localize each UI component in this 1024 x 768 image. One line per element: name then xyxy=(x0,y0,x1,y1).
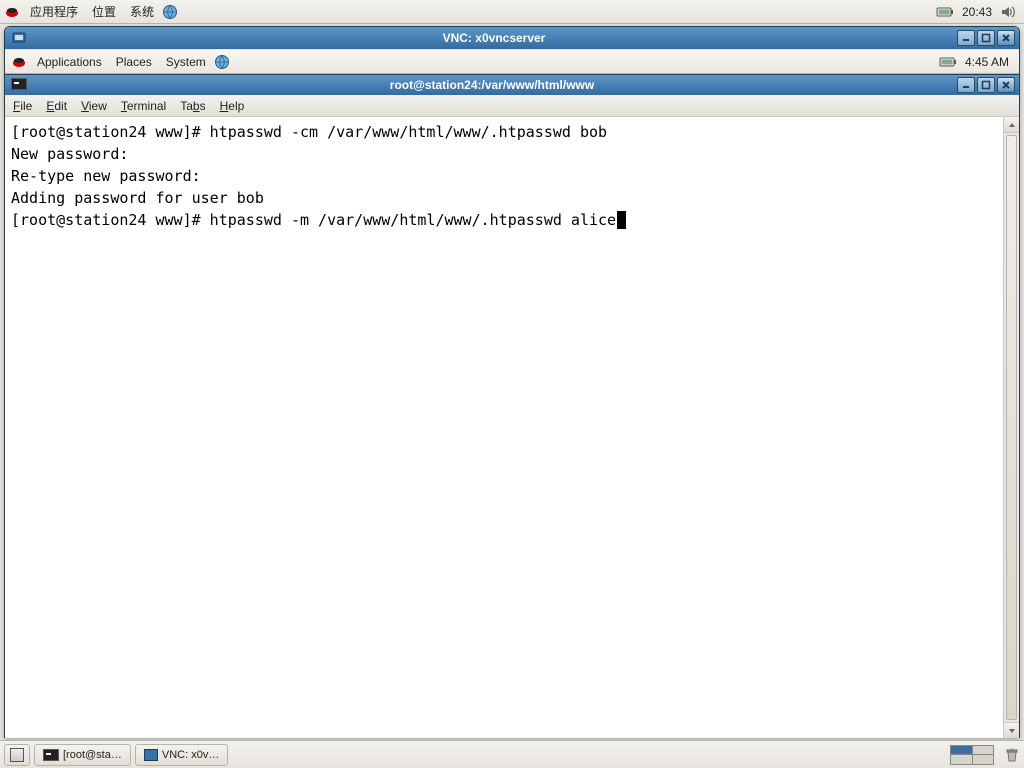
taskbar-entry-terminal-label: [root@sta… xyxy=(63,749,122,761)
show-desktop-icon xyxy=(10,748,24,762)
menu-tabs[interactable]: Tabs xyxy=(180,99,205,113)
menu-view[interactable]: View xyxy=(81,99,107,113)
vnc-title-text: VNC: x0vncserver xyxy=(31,31,957,45)
battery-icon[interactable] xyxy=(936,6,954,18)
vnc-titlebar[interactable]: VNC: x0vncserver xyxy=(5,27,1019,49)
vnc-close-button[interactable] xyxy=(997,30,1015,46)
terminal-output[interactable]: [root@station24 www]# htpasswd -cm /var/… xyxy=(5,117,1003,738)
vnc-maximize-button[interactable] xyxy=(977,30,995,46)
menu-terminal[interactable]: Terminal xyxy=(121,99,166,113)
terminal-minimize-button[interactable] xyxy=(957,77,975,93)
menu-terminal-label: erminal xyxy=(127,99,166,113)
terminal-window: root@station24:/var/www/html/www File Ed… xyxy=(5,74,1019,738)
workspace-3[interactable] xyxy=(951,755,972,764)
vnc-app-icon xyxy=(11,30,27,46)
workspace-1[interactable] xyxy=(951,746,972,755)
guest-menu-applications[interactable]: Applications xyxy=(31,53,108,71)
guest-menu-system[interactable]: System xyxy=(160,53,212,71)
workspace-4[interactable] xyxy=(973,755,994,764)
taskbar-entry-terminal[interactable]: [root@sta… xyxy=(34,744,131,766)
show-desktop-button[interactable] xyxy=(4,744,30,766)
terminal-maximize-button[interactable] xyxy=(977,77,995,93)
guest-redhat-icon[interactable] xyxy=(11,54,27,70)
taskbar-terminal-icon xyxy=(43,749,59,761)
guest-browser-launcher-icon[interactable] xyxy=(214,54,230,70)
guest-top-panel: Applications Places System 4:45 AM xyxy=(5,50,1019,74)
vnc-window: VNC: x0vncserver Applications Places Sys… xyxy=(4,26,1020,738)
workspace-switcher[interactable] xyxy=(950,745,994,765)
terminal-title-text: root@station24:/var/www/html/www xyxy=(27,78,957,92)
guest-clock[interactable]: 4:45 AM xyxy=(963,55,1011,69)
menu-file-label: ile xyxy=(20,99,32,113)
menu-help-label: elp xyxy=(228,99,244,113)
menu-view-label: iew xyxy=(89,99,107,113)
host-menu-places[interactable]: 位置 xyxy=(86,1,122,22)
host-bottom-panel: [root@sta… VNC: x0v… xyxy=(0,740,1024,768)
scroll-up-button[interactable] xyxy=(1004,117,1019,133)
taskbar-entry-vnc-label: VNC: x0v… xyxy=(162,749,219,761)
scroll-thumb[interactable] xyxy=(1006,135,1017,720)
browser-launcher-icon[interactable] xyxy=(162,4,178,20)
taskbar-vnc-icon xyxy=(144,749,158,761)
terminal-scrollbar[interactable] xyxy=(1003,117,1019,738)
vnc-minimize-button[interactable] xyxy=(957,30,975,46)
terminal-app-icon xyxy=(11,78,27,93)
taskbar-entry-vnc[interactable]: VNC: x0v… xyxy=(135,744,228,766)
terminal-menubar: File Edit View Terminal Tabs Help xyxy=(5,95,1019,117)
terminal-close-button[interactable] xyxy=(997,77,1015,93)
redhat-icon[interactable] xyxy=(4,4,20,20)
terminal-body: [root@station24 www]# htpasswd -cm /var/… xyxy=(5,117,1019,738)
menu-tabs-label: s xyxy=(200,99,206,113)
terminal-cursor xyxy=(617,211,626,229)
menu-help[interactable]: Help xyxy=(220,99,245,113)
guest-battery-icon[interactable] xyxy=(939,56,957,68)
host-clock[interactable]: 20:43 xyxy=(960,5,994,19)
volume-icon[interactable] xyxy=(1000,4,1016,20)
menu-edit[interactable]: Edit xyxy=(46,99,67,113)
terminal-titlebar[interactable]: root@station24:/var/www/html/www xyxy=(5,75,1019,95)
menu-file[interactable]: File xyxy=(13,99,32,113)
menu-edit-label: dit xyxy=(54,99,67,113)
scroll-down-button[interactable] xyxy=(1004,722,1019,738)
host-menu-system[interactable]: 系统 xyxy=(124,1,160,22)
trash-icon[interactable] xyxy=(1004,747,1020,763)
host-top-panel: 应用程序 位置 系统 20:43 xyxy=(0,0,1024,24)
guest-menu-places[interactable]: Places xyxy=(110,53,158,71)
host-menu-applications[interactable]: 应用程序 xyxy=(24,1,84,22)
workspace-2[interactable] xyxy=(973,746,994,755)
